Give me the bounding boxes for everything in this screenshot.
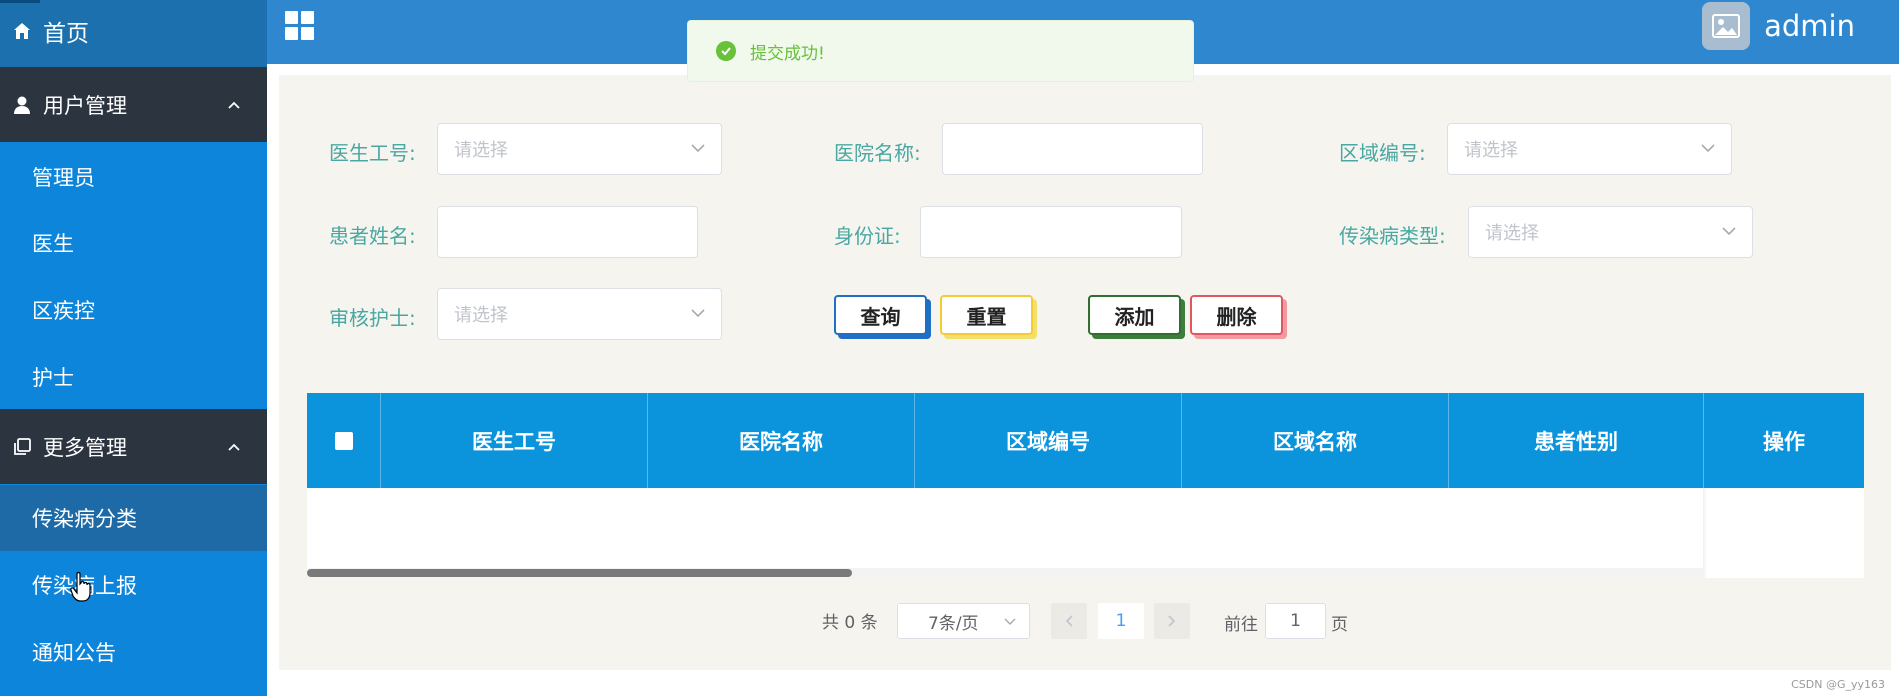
select-placeholder: 请选择 — [454, 305, 508, 326]
user-menu[interactable]: admin — [1702, 0, 1855, 52]
select-all-cell — [307, 393, 381, 488]
column-header-actions: 操作 — [1763, 429, 1805, 454]
success-toast: 提交成功! — [687, 20, 1194, 82]
select-placeholder: 请选择 — [1464, 140, 1518, 161]
sidebar: 首页 用户管理 管理员 医生 区疾控 护士 更多管理 传染病分类 传染病上报 通… — [0, 0, 267, 696]
fixed-column-shadow — [1703, 488, 1707, 578]
data-table: 医生工号 医院名称 区域编号 区域名称 患者性别 操作 — [307, 393, 1864, 578]
doctor-id-select[interactable]: 请选择 — [437, 123, 722, 175]
patient-name-input[interactable] — [437, 206, 698, 258]
sidebar-item-label: 区疾控 — [32, 299, 95, 323]
hand-cursor-icon — [70, 571, 91, 602]
patient-name-label: 患者姓名: — [329, 224, 416, 248]
id-card-input[interactable] — [920, 206, 1182, 258]
column-header[interactable]: 医院名称 — [648, 393, 915, 488]
id-card-label: 身份证: — [834, 224, 901, 248]
home-icon — [11, 20, 33, 42]
chevron-down-icon — [1722, 227, 1736, 236]
goto-page-input[interactable]: 1 — [1265, 603, 1326, 639]
nurse-select[interactable]: 请选择 — [437, 288, 722, 340]
sidebar-item-label: 护士 — [32, 366, 74, 390]
region-code-select[interactable]: 请选择 — [1447, 123, 1732, 175]
sidebar-item-district-cdc[interactable]: 区疾控 — [0, 277, 267, 343]
chevron-down-icon — [1701, 144, 1715, 153]
sidebar-item-nurse[interactable]: 护士 — [0, 344, 267, 410]
sidebar-item-notice[interactable]: 通知公告 — [0, 619, 267, 685]
column-header[interactable]: 患者性别 — [1449, 393, 1704, 488]
page-size-value: 7条/页 — [928, 613, 979, 634]
column-header[interactable]: 医生工号 — [381, 393, 648, 488]
sidebar-item-doctor[interactable]: 医生 — [0, 210, 267, 276]
pagination-total: 共 0 条 — [822, 613, 878, 633]
check-circle-icon — [716, 41, 736, 61]
select-placeholder: 请选择 — [1485, 223, 1539, 244]
hospital-name-label: 医院名称: — [834, 141, 921, 165]
avatar-image-icon — [1702, 2, 1751, 50]
menu-grid-icon[interactable] — [285, 11, 315, 41]
chevron-down-icon — [1004, 618, 1016, 626]
chevron-up-icon — [227, 437, 241, 456]
next-page-button[interactable] — [1154, 603, 1190, 639]
chevron-down-icon — [691, 309, 705, 318]
sidebar-item-label: 传染病分类 — [32, 507, 137, 531]
horizontal-scrollbar[interactable] — [307, 569, 852, 577]
watermark-text: CSDN @G_yy163 — [1791, 678, 1885, 691]
chevron-left-icon — [1065, 615, 1073, 627]
hospital-name-input[interactable] — [942, 123, 1203, 175]
sidebar-item-admin[interactable]: 管理员 — [0, 144, 267, 210]
username: admin — [1764, 9, 1855, 43]
goto-label: 前往 — [1224, 615, 1258, 635]
table-header: 医生工号 医院名称 区域编号 区域名称 患者性别 操作 — [307, 393, 1864, 488]
query-button[interactable]: 查询 — [834, 295, 927, 335]
doctor-id-label: 医生工号: — [329, 141, 416, 165]
disease-type-select[interactable]: 请选择 — [1468, 206, 1753, 258]
reset-button[interactable]: 重置 — [940, 295, 1033, 335]
sidebar-item-label: 首页 — [43, 21, 89, 47]
sidebar-item-label: 通知公告 — [32, 641, 116, 665]
sidebar-group-label: 更多管理 — [43, 435, 127, 460]
column-header[interactable]: 区域编号 — [915, 393, 1182, 488]
sidebar-item-disease-category[interactable]: 传染病分类 — [0, 485, 267, 551]
column-header[interactable]: 区域名称 — [1182, 393, 1449, 488]
toast-message: 提交成功! — [750, 43, 825, 64]
select-placeholder: 请选择 — [454, 140, 508, 161]
sidebar-item-home[interactable]: 首页 — [0, 0, 267, 62]
prev-page-button[interactable] — [1051, 603, 1087, 639]
sidebar-group-more-header[interactable]: 更多管理 — [0, 409, 267, 484]
add-button[interactable]: 添加 — [1088, 295, 1181, 335]
page-suffix-label: 页 — [1331, 615, 1348, 635]
delete-button[interactable]: 删除 — [1190, 295, 1283, 335]
chevron-down-icon — [691, 144, 705, 153]
nurse-label: 审核护士: — [329, 306, 416, 330]
page-size-select[interactable]: 7条/页 — [897, 603, 1030, 639]
sidebar-item-label: 医生 — [32, 232, 74, 256]
chevron-up-icon — [227, 95, 241, 114]
sidebar-item-disease-report[interactable]: 传染病上报 — [0, 552, 267, 618]
copy-icon — [11, 436, 33, 458]
disease-type-label: 传染病类型: — [1339, 224, 1446, 248]
page-number-button[interactable]: 1 — [1098, 603, 1144, 639]
sidebar-group-user-header[interactable]: 用户管理 — [0, 67, 267, 142]
sidebar-item-label: 管理员 — [32, 166, 95, 190]
chevron-right-icon — [1168, 615, 1176, 627]
region-code-label: 区域编号: — [1339, 141, 1426, 165]
sidebar-group-label: 用户管理 — [43, 93, 127, 118]
select-all-checkbox[interactable] — [334, 431, 353, 450]
user-icon — [11, 94, 33, 116]
